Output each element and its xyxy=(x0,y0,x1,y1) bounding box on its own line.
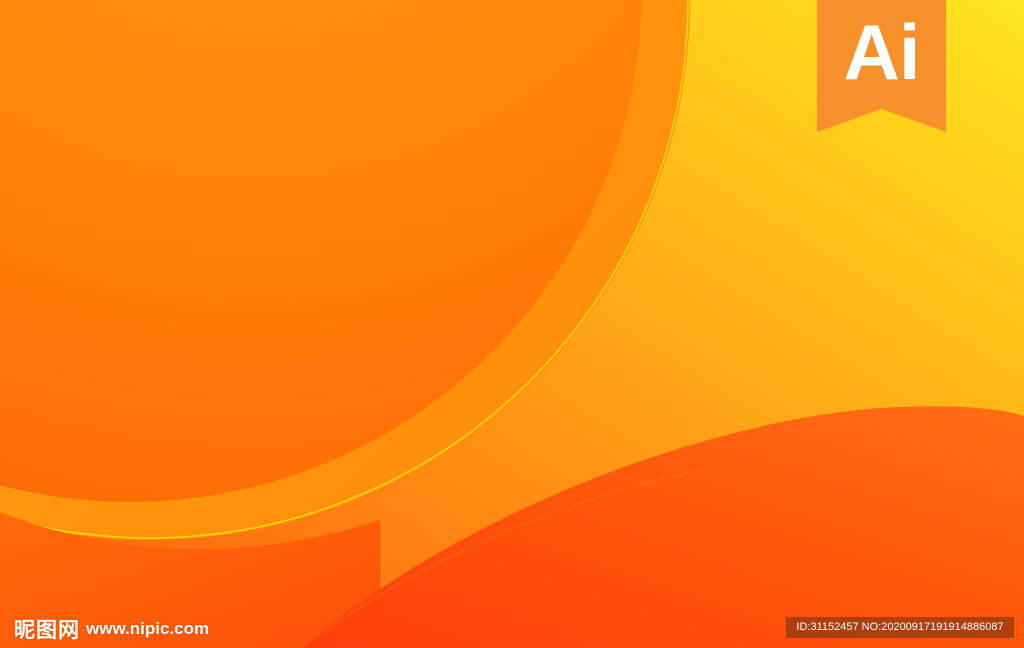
poster-canvas: Ai 昵图网 www.nipic.com ID:31152457 NO:2020… xyxy=(0,0,1024,648)
site-url: www.nipic.com xyxy=(86,619,210,638)
ai-logo-text: Ai xyxy=(843,8,921,96)
image-id-label: ID:31152457 NO:20200917191914886087 xyxy=(786,617,1014,638)
site-watermark: 昵图网 www.nipic.com xyxy=(14,615,209,643)
ai-logo-badge: Ai xyxy=(817,0,946,132)
site-name: 昵图网 xyxy=(14,617,80,642)
